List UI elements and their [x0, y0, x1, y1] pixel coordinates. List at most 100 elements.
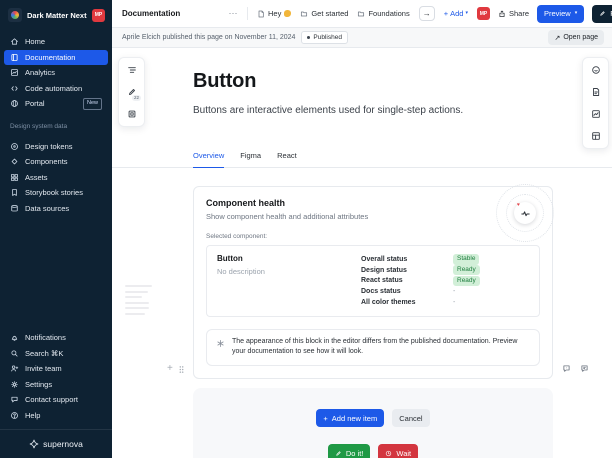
chevron-down-icon: ▾: [574, 10, 578, 16]
sidebar-bottom-nav: Notifications Search ⌘K Invite team Sett…: [0, 325, 112, 423]
page-tab-get-started[interactable]: Get started: [300, 9, 348, 18]
next-page-button[interactable]: →: [418, 6, 435, 21]
chart-icon: [591, 110, 600, 118]
layout-icon: [591, 132, 600, 140]
page-tab-foundations[interactable]: Foundations: [357, 9, 410, 18]
chat-icon: [10, 395, 19, 404]
tab-react[interactable]: React: [277, 151, 297, 167]
sidebar-item-help[interactable]: Help: [4, 408, 108, 424]
selected-component-label: Selected component:: [206, 233, 268, 240]
sidebar-item-components[interactable]: Components: [4, 154, 108, 170]
wait-button[interactable]: Wait: [378, 444, 419, 458]
toc-button[interactable]: [120, 59, 143, 81]
share-icon: [499, 9, 505, 17]
module-title: Documentation: [122, 9, 181, 18]
sidebar-item-invite-team[interactable]: Invite team: [4, 361, 108, 377]
sidebar-item-label: Settings: [25, 379, 53, 389]
more-menu-icon[interactable]: ⋯: [229, 8, 239, 19]
page-tab-hey[interactable]: Hey: [257, 9, 292, 18]
status-row: Docs status -: [361, 288, 456, 296]
sidebar-item-label: Components: [25, 157, 68, 167]
block-title: Component health: [206, 198, 285, 208]
status-table: Overall status Stable Design status Read…: [361, 254, 529, 308]
editor-right-toolbar: [582, 57, 609, 149]
component-icon: [10, 157, 19, 166]
arrow-right-icon: →: [422, 9, 431, 18]
sidebar-main-nav: Home Documentation Analytics Code automa…: [0, 29, 112, 112]
status-row: Overall status Stable: [361, 254, 529, 265]
sidebar-item-label: Contact support: [25, 395, 78, 405]
layout-button[interactable]: [584, 125, 607, 147]
add-comment-icon[interactable]: [562, 364, 571, 373]
edits-button[interactable]: 22: [120, 81, 143, 103]
status-empty-value: -: [453, 288, 456, 296]
sidebar-item-code-automation[interactable]: Code automation: [4, 81, 108, 97]
editor-diff-icon: [217, 340, 224, 347]
cancel-button[interactable]: Cancel: [392, 409, 430, 427]
sidebar-section-label: Design system data: [10, 122, 68, 130]
published-dot-icon: [307, 36, 311, 39]
blocks-button[interactable]: [120, 103, 143, 125]
share-button[interactable]: Share: [498, 9, 529, 18]
status-badge: Stable: [453, 254, 480, 265]
divider: [247, 7, 248, 20]
token-icon: [10, 142, 19, 151]
page-analytics-button[interactable]: [584, 103, 607, 125]
sidebar-item-label: Design tokens: [25, 141, 73, 151]
tab-overview[interactable]: Overview: [193, 151, 225, 168]
sidebar-item-portal[interactable]: Portal New: [4, 96, 108, 112]
component-health-block[interactable]: ♥ Component health Show component health…: [193, 184, 554, 379]
sidebar-item-storybook-stories[interactable]: Storybook stories: [4, 185, 108, 201]
add-page-button[interactable]: + Add ▾: [444, 9, 468, 18]
user-avatar[interactable]: MP: [92, 8, 105, 22]
book-icon: [10, 53, 19, 62]
sidebar-item-home[interactable]: Home: [4, 34, 108, 50]
editor-left-toolbar: 22: [118, 57, 145, 127]
editor-content: 22 Button Buttons are interactive elemen…: [112, 48, 612, 458]
page-subtitle: Buttons are interactive elements used fo…: [193, 105, 464, 116]
publish-button[interactable]: Publish ▾: [592, 4, 612, 23]
toc-preview-skeleton[interactable]: [125, 285, 152, 315]
sidebar-item-label: Documentation: [25, 52, 76, 62]
code-icon: [10, 84, 19, 93]
workspace-switcher[interactable]: Dark Matter Next... MP: [0, 0, 112, 29]
add-new-item-button[interactable]: + Add new item: [316, 409, 385, 427]
external-link-icon: ↗: [554, 34, 561, 42]
sidebar-item-assets[interactable]: Assets: [4, 170, 108, 186]
page-settings-button[interactable]: [584, 81, 607, 103]
comment-icon: [591, 66, 600, 74]
page-title: Button: [193, 70, 257, 92]
page-tabs: Overview Figma React: [112, 147, 612, 168]
preview-button[interactable]: Preview ▾: [537, 4, 585, 23]
drag-handle-icon[interactable]: [178, 365, 185, 374]
sidebar-item-label: Data sources: [25, 203, 70, 213]
notice-text: The appearance of this block in the edit…: [232, 337, 518, 356]
block-controls: +: [167, 364, 185, 374]
published-badge: Published: [301, 31, 348, 44]
sidebar-item-settings[interactable]: Settings: [4, 377, 108, 393]
pencil-icon: [600, 11, 605, 16]
sidebar-item-documentation[interactable]: Documentation: [4, 49, 108, 65]
plus-icon: +: [323, 413, 328, 423]
user-avatar[interactable]: MP: [477, 7, 490, 20]
chevron-down-icon: ▾: [465, 10, 468, 16]
insert-block-icon[interactable]: +: [167, 364, 173, 374]
folder-icon: [301, 11, 308, 16]
comment-history-icon[interactable]: [580, 364, 589, 373]
open-page-button[interactable]: ↗ Open page: [548, 30, 604, 45]
do-it-button[interactable]: Do it!: [327, 444, 371, 458]
sidebar-item-data-sources[interactable]: Data sources: [4, 201, 108, 217]
block-icon: [128, 110, 135, 118]
sidebar-item-label: Code automation: [25, 83, 83, 93]
sidebar-item-contact-support[interactable]: Contact support: [4, 392, 108, 408]
comments-button[interactable]: [584, 59, 607, 81]
sidebar-item-analytics[interactable]: Analytics: [4, 65, 108, 81]
sidebar-item-notifications[interactable]: Notifications: [4, 330, 108, 346]
sidebar-item-design-tokens[interactable]: Design tokens: [4, 139, 108, 155]
portal-icon: [10, 99, 19, 108]
tab-figma[interactable]: Figma: [240, 151, 261, 167]
sidebar-item-label: Analytics: [25, 68, 56, 78]
supernova-star-icon: [29, 439, 39, 449]
edits-count-badge: 22: [131, 94, 141, 101]
sidebar-item-search[interactable]: Search ⌘K: [4, 346, 108, 362]
